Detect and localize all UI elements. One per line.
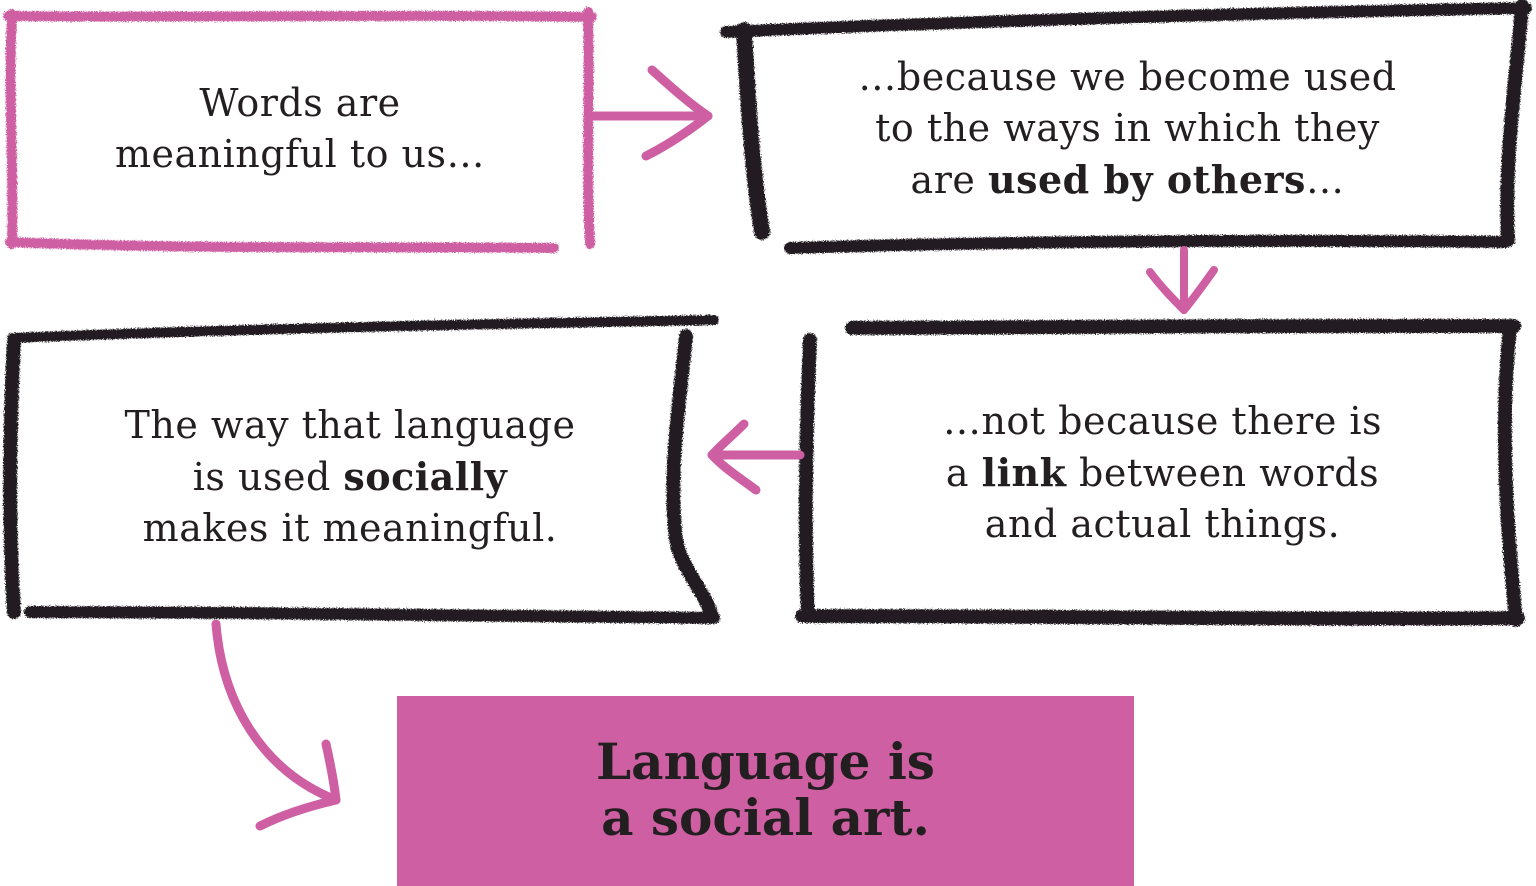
- words-meaningful-line-1: Words are: [10, 78, 590, 129]
- used-by-others-line-3: are used by others…: [750, 154, 1505, 206]
- text-run: The way that language: [124, 403, 576, 447]
- used-by-others-line-1: …because we become used: [750, 52, 1505, 103]
- arrow-words-to-others: [589, 65, 713, 161]
- text-run: between words: [1066, 451, 1380, 495]
- text-run: a: [945, 451, 982, 495]
- box-used-socially-text: The way that language is used socially mak…: [30, 400, 670, 554]
- box-words-meaningful-text: Words are meaningful to us…: [10, 78, 590, 180]
- not-a-link-line-1: …not because there is: [810, 396, 1515, 447]
- text-run: and actual things.: [984, 502, 1341, 546]
- text-run: makes it meaningful.: [142, 506, 558, 550]
- arrow-others-to-link: [1146, 246, 1218, 314]
- box-used-by-others-text: …because we become used to the ways in wh…: [750, 52, 1505, 206]
- text-run: Words are: [199, 81, 401, 125]
- arrow-socially-to-conclusion: [211, 619, 341, 831]
- text-run: …because we become used: [858, 55, 1397, 99]
- box-not-a-link-text: …not because there is a link between word…: [810, 396, 1515, 550]
- conclusion-line-2: a social art.: [601, 788, 930, 847]
- used-by-others-line-2: to the ways in which they: [750, 103, 1505, 154]
- arrow-link-to-socially: [707, 419, 805, 495]
- text-run: are: [910, 158, 988, 202]
- used-socially-line-3: makes it meaningful.: [30, 503, 670, 554]
- text-run: …not because there is: [942, 399, 1383, 443]
- words-meaningful-line-2: meaningful to us…: [10, 129, 590, 180]
- not-a-link-line-3: and actual things.: [810, 499, 1515, 550]
- emphasis-text: link: [981, 450, 1067, 495]
- text-run: is used: [192, 455, 344, 499]
- used-socially-line-1: The way that language: [30, 400, 670, 451]
- used-socially-line-2: is used socially: [30, 451, 670, 503]
- text-run: meaningful to us…: [114, 132, 486, 176]
- conclusion-text: Language is a social art.: [397, 734, 1134, 846]
- text-run: …: [1305, 158, 1345, 202]
- text-run: to the ways in which they: [875, 106, 1380, 150]
- not-a-link-line-2: a link between words: [810, 447, 1515, 499]
- conclusion-line-1: Language is: [596, 732, 935, 791]
- emphasis-text: socially: [343, 454, 508, 499]
- emphasis-text: used by others: [987, 157, 1306, 202]
